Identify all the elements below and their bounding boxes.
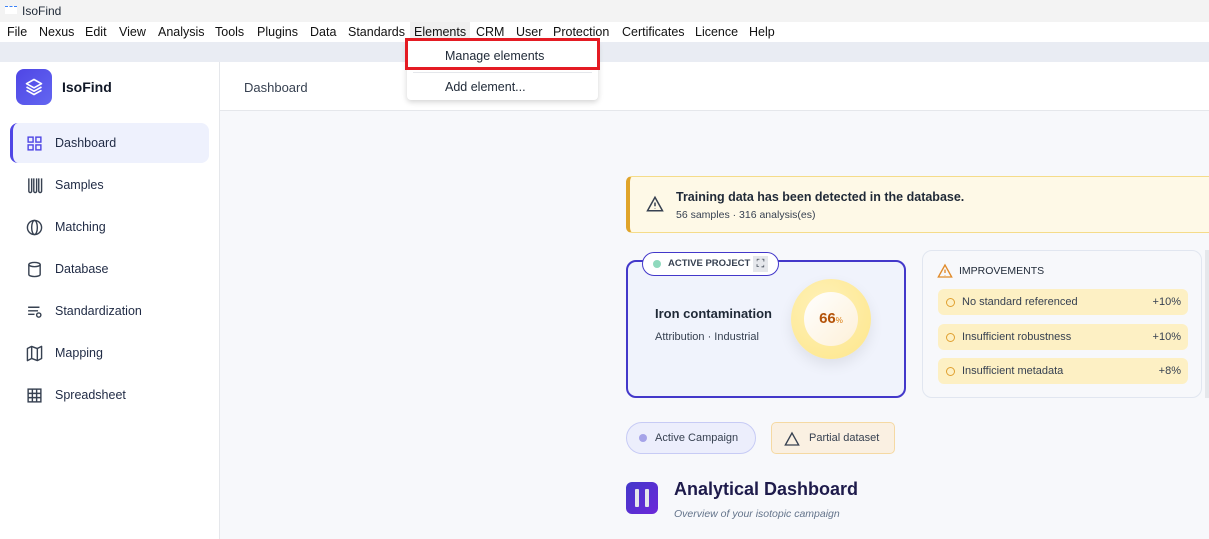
menu-certificates[interactable]: Certificates [622,25,685,39]
sidebar-item-database[interactable]: Database [10,249,209,289]
table-icon [27,387,42,403]
improvement-item: Insufficient metadata +8% [938,358,1188,384]
dataset-label: Partial dataset [809,432,880,444]
menu-tools[interactable]: Tools [215,25,244,39]
menu-help[interactable]: Help [749,25,775,39]
clock-icon [946,297,955,307]
expand-icon[interactable]: ⛶ [753,256,768,272]
training-data-alert: Training data has been detected in the d… [626,176,1209,233]
active-project-badge: ACTIVE PROJECT ⛶ [642,252,779,276]
improvement-label: No standard referenced [962,296,1078,308]
sidebar-item-label: Standardization [55,304,142,318]
improvement-label: Insufficient metadata [962,365,1064,377]
active-campaign-pill[interactable]: Active Campaign [626,422,756,454]
improvement-item: No standard referenced +10% [938,289,1188,315]
improvement-value: +10% [1152,296,1181,308]
improvement-label: Insufficient robustness [962,331,1072,343]
app-icon [5,6,17,14]
dashboard-title: Analytical Dashboard [674,479,859,499]
sidebar-item-dashboard[interactable]: Dashboard [10,123,209,163]
sidebar-item-label: Database [55,262,109,276]
menu-item-add-element[interactable]: Add element... [445,80,526,94]
menu-crm[interactable]: CRM [476,25,504,39]
app-name: IsoFind [62,79,112,95]
globe-icon [26,219,43,235]
page-title: Dashboard [244,80,308,95]
project-meta: Attribution · Industrial [655,331,759,343]
badge-label: ACTIVE PROJECT [668,258,751,269]
grid-icon [27,135,42,151]
next-card-edge [1205,250,1209,398]
menu-item-manage-elements[interactable]: Manage elements [445,49,544,63]
sidebar-item-standardization[interactable]: Standardization [10,291,209,331]
campaign-label: Active Campaign [655,432,739,444]
map-icon [26,345,43,361]
menu-view[interactable]: View [119,25,146,39]
sidebar-item-spreadsheet[interactable]: Spreadsheet [10,375,209,415]
sidebar-item-label: Matching [55,220,106,234]
improvements-title: IMPROVEMENTS [959,265,1045,277]
improvement-value: +8% [1158,365,1181,377]
warning-icon [646,195,664,212]
menu-data[interactable]: Data [310,25,336,39]
partial-dataset-pill[interactable]: Partial dataset [771,422,895,454]
menu-plugins[interactable]: Plugins [257,25,298,39]
status-dot [639,434,647,442]
elements-dropdown-menu: Manage elements Add element... [405,38,600,100]
active-project-card[interactable]: Iron contamination Attribution · Industr… [626,260,906,398]
sidebar-item-label: Spreadsheet [55,388,126,402]
sidebar-item-label: Mapping [55,346,103,360]
sidebar-item-label: Samples [55,178,104,192]
alert-detail: 56 samples · 316 analysis(es) [676,209,816,221]
pause-bars-icon [626,482,658,514]
toolbar-strip [0,42,1209,62]
clock-icon [946,366,955,376]
score-value: 66% [804,292,858,346]
alert-title: Training data has been detected in the d… [676,190,965,204]
title-bar: IsoFind [0,0,1209,22]
sidebar-item-samples[interactable]: Samples [10,165,209,205]
menu-protection[interactable]: Protection [553,25,609,39]
menu-divider [413,72,592,73]
dashboard-subtitle: Overview of your isotopic campaign [674,508,840,520]
layers-logo-icon [16,69,52,105]
menu-nexus[interactable]: Nexus [39,25,74,39]
warning-icon [784,431,800,446]
menu-analysis[interactable]: Analysis [158,25,205,39]
menu-licence[interactable]: Licence [695,25,738,39]
window-title: IsoFind [22,4,62,18]
sidebar-item-matching[interactable]: Matching [10,207,209,247]
menu-file[interactable]: File [7,25,27,39]
cylinder-icon [28,261,41,277]
menu-user[interactable]: User [516,25,542,39]
improvement-item: Insufficient robustness +10% [938,324,1188,350]
menu-edit[interactable]: Edit [85,25,107,39]
sidebar: IsoFind Dashboard Samples Matching Datab… [0,62,220,539]
score-gauge: 66% [791,279,871,359]
sidebar-item-label: Dashboard [55,136,117,150]
sidebar-item-mapping[interactable]: Mapping [10,333,209,373]
improvement-value: +10% [1152,331,1181,343]
improvements-card: IMPROVEMENTS No standard referenced +10%… [922,250,1202,398]
page-header: Dashboard [220,62,1209,111]
warning-icon [937,263,953,278]
clock-icon [946,332,955,342]
menu-bar: File Nexus Edit View Analysis Tools Plug… [0,22,1209,42]
project-name: Iron contamination [655,306,772,321]
menu-standards[interactable]: Standards [348,25,405,39]
test-tubes-icon [28,177,43,193]
status-dot [653,260,661,268]
list-settings-icon [28,306,42,318]
